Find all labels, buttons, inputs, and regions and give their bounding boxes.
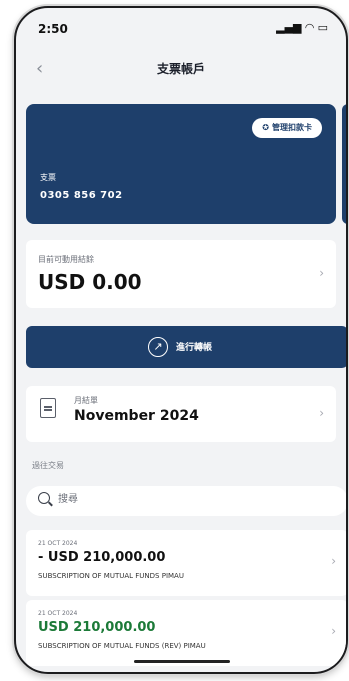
settings-icon: ✪ <box>262 123 269 132</box>
transactions-section-label: 過往交易 <box>32 461 64 470</box>
statement-month: November 2024 <box>74 408 199 424</box>
transaction-amount: USD 210,000.00 <box>38 620 156 635</box>
chevron-right-icon: › <box>331 554 336 568</box>
balance-row[interactable]: 目前可動用結餘 USD 0.00 › <box>26 240 336 308</box>
transfer-label: 進行轉帳 <box>176 343 213 353</box>
transaction-row[interactable]: 21 OCT 2024 - USD 210,000.00 SUBSCRIPTIO… <box>26 530 346 596</box>
account-type: 支票 <box>40 173 56 182</box>
search-bar[interactable] <box>26 486 346 516</box>
transaction-amount: - USD 210,000.00 <box>38 550 166 565</box>
manage-card-label: 管理扣款卡 <box>272 123 312 132</box>
manage-card-button[interactable]: ✪ 管理扣款卡 <box>252 118 322 138</box>
document-icon <box>40 398 56 418</box>
header: ‹ 支票帳戶 <box>16 48 346 92</box>
phone-frame: 2:50 ▂▄▆ ◠ ▭ ‹ 支票帳戶 ✪ 管理扣款卡 支票 0305 856 7… <box>14 6 348 674</box>
statement-label: 月結單 <box>74 396 98 405</box>
transaction-date: 21 OCT 2024 <box>38 610 78 617</box>
status-time: 2:50 <box>38 22 68 36</box>
transfer-icon: ↗ <box>148 337 168 357</box>
status-bar: 2:50 ▂▄▆ ◠ ▭ <box>16 8 346 38</box>
page-title: 支票帳戶 <box>156 62 205 76</box>
home-indicator <box>134 660 230 663</box>
balance-amount: USD 0.00 <box>38 270 142 294</box>
search-icon <box>38 492 50 504</box>
chevron-right-icon: › <box>319 406 324 420</box>
chevron-right-icon: › <box>331 624 336 638</box>
transaction-date: 21 OCT 2024 <box>38 540 78 547</box>
transfer-button[interactable]: ↗ 進行轉帳 <box>26 326 346 368</box>
balance-label: 目前可動用結餘 <box>38 255 94 264</box>
status-icons: ▂▄▆ ◠ ▭ <box>276 21 328 34</box>
transaction-row[interactable]: 21 OCT 2024 USD 210,000.00 SUBSCRIPTION … <box>26 600 346 666</box>
transaction-description: SUBSCRIPTION OF MUTUAL FUNDS (REV) PIMAU <box>38 642 206 650</box>
transaction-description: SUBSCRIPTION OF MUTUAL FUNDS PIMAU <box>38 572 184 580</box>
chevron-right-icon: › <box>319 266 324 280</box>
statement-row[interactable]: 月結單 November 2024 › <box>26 386 336 442</box>
search-input[interactable] <box>56 493 310 506</box>
next-card-peek[interactable] <box>342 104 346 224</box>
account-number: 0305 856 702 <box>40 190 123 201</box>
account-card[interactable]: ✪ 管理扣款卡 支票 0305 856 702 <box>26 104 336 224</box>
